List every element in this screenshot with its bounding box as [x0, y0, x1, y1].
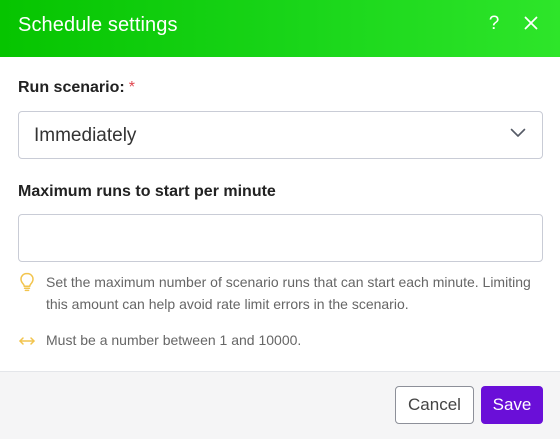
- schedule-settings-dialog: Schedule settings ? Run scenario: * Immed…: [0, 0, 560, 439]
- range-arrows-icon: [19, 337, 35, 345]
- required-marker: *: [128, 79, 135, 96]
- help-button[interactable]: ?: [484, 12, 504, 36]
- dialog-footer: Cancel Save: [0, 372, 560, 439]
- run-scenario-select[interactable]: Immediately: [18, 111, 543, 159]
- chevron-down-icon: [510, 128, 526, 137]
- run-scenario-label: Run scenario: *: [18, 78, 135, 98]
- max-runs-range-text: Must be a number between 1 and 10000.: [46, 332, 302, 348]
- save-button[interactable]: Save: [481, 386, 543, 424]
- max-runs-input[interactable]: [18, 214, 543, 262]
- close-icon: [524, 16, 538, 30]
- help-icon: ?: [488, 13, 500, 34]
- max-runs-info-text: Set the maximum number of scenario runs …: [46, 274, 531, 312]
- max-runs-label: Maximum runs to start per minute: [18, 183, 276, 200]
- run-scenario-label-text: Run scenario:: [18, 79, 125, 96]
- dialog-title: Schedule settings: [18, 14, 178, 36]
- run-scenario-selected-value: Immediately: [34, 125, 137, 146]
- close-button[interactable]: [520, 12, 542, 36]
- lightbulb-icon: [20, 272, 34, 292]
- cancel-button[interactable]: Cancel: [395, 386, 474, 424]
- dialog-header: Schedule settings ?: [0, 0, 560, 57]
